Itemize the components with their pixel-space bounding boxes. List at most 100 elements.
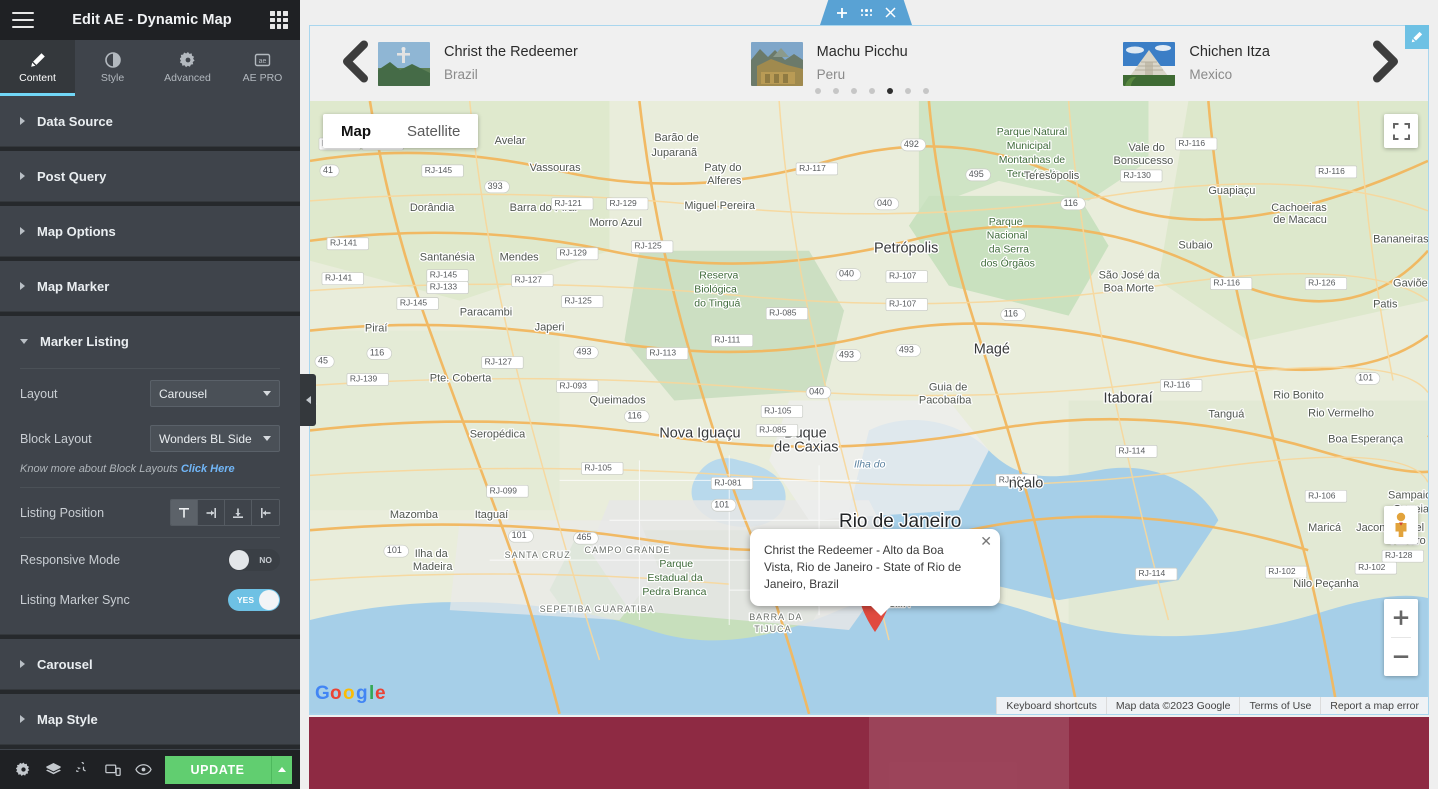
section-carousel-title: Carousel xyxy=(37,656,93,672)
tab-advanced[interactable]: Advanced xyxy=(150,40,225,96)
block-layout-select[interactable]: Wonders BL Side xyxy=(150,425,280,452)
settings-gear-icon[interactable] xyxy=(8,750,38,789)
carousel-pagination-dots xyxy=(815,88,929,94)
section-carousel: Carousel xyxy=(0,639,300,690)
pencil-icon xyxy=(30,53,45,68)
layout-select[interactable]: Carousel xyxy=(150,380,280,407)
section-highlight xyxy=(869,717,1069,789)
history-icon[interactable] xyxy=(68,750,98,789)
block-layouts-hint-text: Know more about Block Layouts xyxy=(20,463,178,475)
widget-floating-toolbar xyxy=(820,0,912,25)
carousel-dot[interactable] xyxy=(905,88,911,94)
marker-listing-controls: Layout Carousel Block Layout Wonders BL … xyxy=(0,368,300,634)
toggle-knob xyxy=(259,590,279,610)
panel-collapse-handle[interactable] xyxy=(300,374,316,426)
section-data-source: Data Source xyxy=(0,96,300,147)
block-layouts-hint: Know more about Block Layouts Click Here xyxy=(20,461,280,485)
section-map-style-header[interactable]: Map Style xyxy=(0,694,300,744)
drag-handle-icon[interactable] xyxy=(860,9,873,16)
section-map-options-header[interactable]: Map Options xyxy=(0,206,300,256)
control-listing-position-label: Listing Position xyxy=(20,505,105,520)
carousel-slide-text: Machu Picchu Peru xyxy=(817,42,908,85)
map-type-satellite-button[interactable]: Satellite xyxy=(389,114,478,148)
carousel-prev-arrow-icon[interactable] xyxy=(338,40,372,87)
listing-position-group xyxy=(170,499,280,526)
svg-text:G: G xyxy=(315,683,330,704)
map-attribution-bar: Keyboard shortcuts Map data ©2023 Google… xyxy=(996,697,1428,714)
chevron-down-icon xyxy=(263,391,271,396)
tab-ae-pro[interactable]: ae AE PRO xyxy=(225,40,300,96)
navigator-layers-icon[interactable] xyxy=(38,750,68,789)
listing-marker-sync-toggle[interactable]: YES xyxy=(228,589,280,611)
close-x-icon[interactable] xyxy=(885,7,896,18)
chevron-down-icon xyxy=(263,436,271,441)
panel-sections-container: Data Source Post Query Map Options Map M… xyxy=(0,96,300,750)
section-marker-listing-header[interactable]: Marker Listing xyxy=(0,316,300,366)
align-top-icon[interactable] xyxy=(171,500,198,525)
divider xyxy=(20,487,280,488)
block-layouts-hint-link[interactable]: Click Here xyxy=(181,463,235,475)
google-map[interactable]: Map Satellite ✕ Christ the Redeemer - Al… xyxy=(310,101,1428,714)
hamburger-menu-icon[interactable] xyxy=(12,12,34,28)
carousel-dot-active[interactable] xyxy=(887,88,893,94)
elementor-editor-root: Edit AE - Dynamic Map Content Style Adva… xyxy=(0,0,1438,789)
tab-content[interactable]: Content xyxy=(0,40,75,96)
align-right-icon[interactable] xyxy=(198,500,225,525)
carousel-dot[interactable] xyxy=(869,88,875,94)
control-listing-marker-sync-label: Listing Marker Sync xyxy=(20,593,130,607)
editor-canvas: Christ the Redeemer Brazil Machu Picchu … xyxy=(300,0,1438,789)
carousel-dot[interactable] xyxy=(833,88,839,94)
carousel-dot[interactable] xyxy=(815,88,821,94)
christ-the-redeemer-thumb xyxy=(378,41,430,86)
zoom-in-plus-icon[interactable] xyxy=(1384,599,1418,637)
terms-of-use-link[interactable]: Terms of Use xyxy=(1239,697,1320,714)
carousel-dot[interactable] xyxy=(923,88,929,94)
section-map-marker-header[interactable]: Map Marker xyxy=(0,261,300,311)
keyboard-shortcuts-link[interactable]: Keyboard shortcuts xyxy=(996,697,1105,714)
svg-text:o: o xyxy=(343,683,355,704)
responsive-mode-toggle[interactable]: NO xyxy=(228,549,280,571)
apps-grid-icon[interactable] xyxy=(270,11,288,29)
fullscreen-icon[interactable] xyxy=(1384,114,1418,148)
plus-icon[interactable] xyxy=(836,7,848,19)
google-logo: G o o g l e xyxy=(315,680,393,706)
responsive-mode-icon[interactable] xyxy=(98,750,128,789)
map-type-control: Map Satellite xyxy=(323,114,479,148)
section-marker-listing: Marker Listing Layout Carousel Block Lay… xyxy=(0,316,300,635)
chevron-down-icon xyxy=(20,338,28,344)
report-map-error-link[interactable]: Report a map error xyxy=(1320,697,1428,714)
update-options-chevron-up-icon[interactable] xyxy=(270,755,292,784)
carousel-next-arrow-icon[interactable] xyxy=(1368,40,1402,87)
zoom-out-minus-icon[interactable] xyxy=(1384,638,1418,676)
preview-eye-icon[interactable] xyxy=(128,750,158,789)
carousel-slide[interactable]: Machu Picchu Peru xyxy=(683,41,1056,86)
carousel-slide-title: Christ the Redeemer xyxy=(444,43,578,60)
align-bottom-icon[interactable] xyxy=(225,500,252,525)
marker-listing-carousel: Christ the Redeemer Brazil Machu Picchu … xyxy=(310,26,1428,101)
street-view-pegman-icon[interactable] xyxy=(1384,506,1418,544)
tab-style-label: Style xyxy=(100,72,125,85)
control-responsive-mode-label: Responsive Mode xyxy=(20,553,121,567)
section-carousel-header[interactable]: Carousel xyxy=(0,639,300,689)
carousel-slide-subtitle: Mexico xyxy=(1189,66,1233,82)
zoom-controls xyxy=(1384,599,1418,676)
divider xyxy=(20,368,280,369)
editor-sidebar-panel: Edit AE - Dynamic Map Content Style Adva… xyxy=(0,0,300,789)
section-data-source-header[interactable]: Data Source xyxy=(0,96,300,146)
section-post-query-header[interactable]: Post Query xyxy=(0,151,300,201)
infowindow-close-x-icon[interactable]: ✕ xyxy=(980,534,992,548)
carousel-slide-subtitle: Brazil xyxy=(444,66,478,82)
update-button[interactable]: UPDATE xyxy=(164,755,271,784)
section-map-marker-title: Map Marker xyxy=(37,278,110,294)
panel-footer: UPDATE xyxy=(0,750,300,789)
svg-text:ae: ae xyxy=(259,58,267,65)
tab-style[interactable]: Style xyxy=(75,40,150,96)
align-left-icon[interactable] xyxy=(252,500,279,525)
chevron-right-icon xyxy=(20,660,25,668)
carousel-dot[interactable] xyxy=(851,88,857,94)
edit-pencil-icon[interactable] xyxy=(1405,25,1429,49)
map-type-map-button[interactable]: Map xyxy=(323,114,389,148)
map-data-attribution: Map data ©2023 Google xyxy=(1105,697,1240,714)
control-block-layout-label: Block Layout xyxy=(20,431,92,446)
control-listing-position: Listing Position xyxy=(20,490,280,535)
